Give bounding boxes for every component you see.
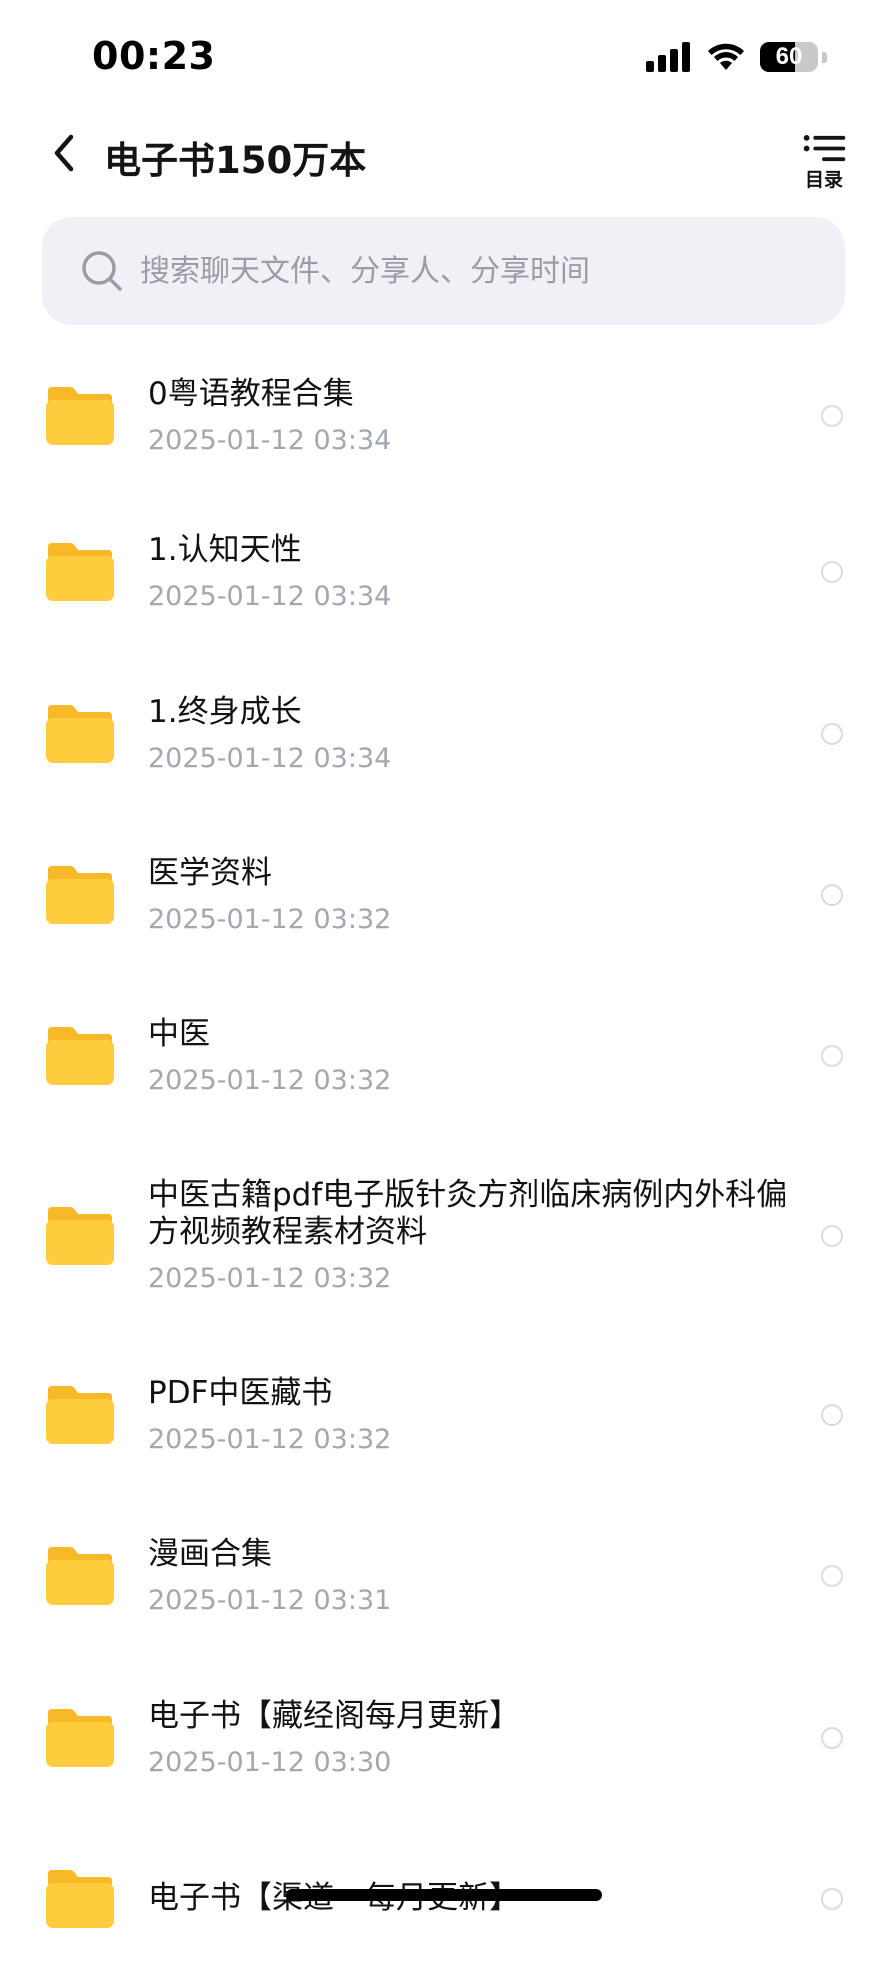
battery-level: 60 [775, 43, 803, 70]
status-bar: 00:23 60 [0, 0, 887, 110]
file-date: 2025-01-12 03:31 [148, 1585, 392, 1616]
file-info: 0粤语教程合集 2025-01-12 03:34 [148, 376, 788, 456]
file-row[interactable]: 漫画合集 2025-01-12 03:31 [0, 1495, 887, 1657]
file-date: 2025-01-12 03:34 [148, 581, 392, 612]
select-radio[interactable] [821, 722, 843, 745]
file-info: 漫画合集 2025-01-12 03:31 [148, 1536, 788, 1616]
file-info: 医学资料 2025-01-12 03:32 [148, 855, 788, 935]
file-name: 漫画合集 [148, 1536, 272, 1572]
file-info: 1.终身成长 2025-01-12 03:34 [148, 694, 788, 774]
wifi-icon [708, 43, 744, 70]
toc-label: 目录 [804, 169, 843, 191]
file-row[interactable]: 0粤语教程合集 2025-01-12 03:34 [0, 340, 887, 491]
file-row[interactable]: 1.认知天性 2025-01-12 03:34 [0, 491, 887, 653]
folder-icon [46, 1869, 114, 1928]
file-row[interactable]: 医学资料 2025-01-12 03:32 [0, 814, 887, 975]
file-info: 1.认知天性 2025-01-12 03:34 [148, 532, 788, 612]
folder-icon [46, 543, 114, 601]
file-row[interactable]: PDF中医藏书 2025-01-12 03:32 [0, 1334, 887, 1495]
home-indicator [286, 1889, 602, 1901]
select-radio[interactable] [821, 883, 843, 906]
file-info: 电子书【藏经阁每月更新】 2025-01-12 03:30 [148, 1698, 788, 1778]
file-row[interactable]: 1.终身成长 2025-01-12 03:34 [0, 653, 887, 814]
select-radio[interactable] [821, 1565, 843, 1587]
battery-icon: 60 [760, 42, 818, 72]
file-name: 1.终身成长 [148, 693, 302, 730]
search-input[interactable] [138, 252, 802, 290]
select-radio[interactable] [821, 561, 843, 583]
select-radio[interactable] [821, 1045, 843, 1067]
file-name: 中医 [148, 1016, 210, 1052]
file-info: 中医古籍pdf电子版针灸方剂临床病例内外科偏方视频教程素材资料 2025-01-1… [148, 1177, 788, 1294]
select-radio[interactable] [821, 1887, 843, 1910]
folder-icon [46, 1385, 114, 1444]
cellular-signal-icon [646, 42, 690, 72]
file-name: 0粤语教程合集 [148, 375, 354, 412]
folder-icon [46, 1547, 114, 1605]
select-radio[interactable] [821, 1726, 843, 1749]
file-row[interactable]: 中医古籍pdf电子版针灸方剂临床病例内外科偏方视频教程素材资料 2025-01-1… [0, 1137, 887, 1334]
page-title: 电子书150万本 [104, 139, 367, 182]
file-info: PDF中医藏书 2025-01-12 03:32 [148, 1375, 788, 1455]
search-bar[interactable] [42, 217, 845, 325]
file-date: 2025-01-12 03:34 [148, 742, 392, 774]
toc-button[interactable]: 目录 [799, 134, 849, 192]
status-time: 00:23 [92, 34, 216, 78]
file-name: 中医古籍pdf电子版针灸方剂临床病例内外科偏方视频教程素材资料 [148, 1177, 788, 1250]
file-name: 电子书【藏经阁每月更新】 [148, 1697, 520, 1734]
file-date: 2025-01-12 03:32 [148, 1065, 392, 1096]
file-date: 2025-01-12 03:32 [148, 1423, 392, 1455]
folder-icon [46, 1206, 114, 1265]
folder-icon [46, 865, 114, 924]
file-row[interactable]: 电子书【藏经阁每月更新】 2025-01-12 03:30 [0, 1657, 887, 1818]
battery-nub [822, 51, 827, 63]
folder-icon [46, 704, 114, 763]
file-date: 2025-01-12 03:30 [148, 1746, 392, 1778]
select-radio[interactable] [821, 404, 843, 427]
folder-icon [46, 1708, 114, 1767]
back-button[interactable] [42, 128, 86, 178]
folder-icon [46, 1027, 114, 1085]
list-icon [803, 134, 846, 162]
select-radio[interactable] [821, 1224, 843, 1247]
file-row[interactable]: 中医 2025-01-12 03:32 [0, 975, 887, 1137]
file-name: 医学资料 [148, 854, 272, 891]
file-date: 2025-01-12 03:32 [148, 1263, 392, 1294]
file-info: 中医 2025-01-12 03:32 [148, 1016, 788, 1096]
status-icons: 60 [646, 42, 827, 72]
file-name: 1.认知天性 [148, 532, 302, 568]
select-radio[interactable] [821, 1403, 843, 1426]
chevron-left-icon [54, 134, 74, 172]
file-list: 0粤语教程合集 2025-01-12 03:34 1.认知天性 2025-01-12 … [0, 340, 887, 1979]
file-date: 2025-01-12 03:34 [148, 424, 392, 456]
file-date: 2025-01-12 03:32 [148, 903, 392, 935]
folder-icon [46, 386, 114, 445]
header: 电子书150万本 目录 [0, 118, 887, 191]
file-name: PDF中医藏书 [148, 1374, 333, 1411]
search-icon [82, 251, 122, 291]
